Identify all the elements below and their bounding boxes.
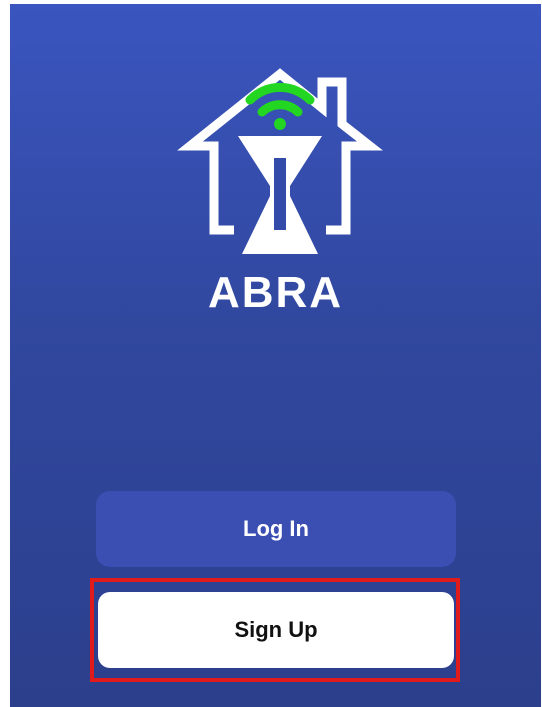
brand-name: ABRA <box>207 268 344 317</box>
abra-logo-icon <box>177 68 384 254</box>
login-button[interactable]: Log In <box>96 491 456 567</box>
signup-button[interactable]: Sign Up <box>98 592 454 668</box>
welcome-screen: ABRA Log In Sign Up <box>10 4 541 707</box>
